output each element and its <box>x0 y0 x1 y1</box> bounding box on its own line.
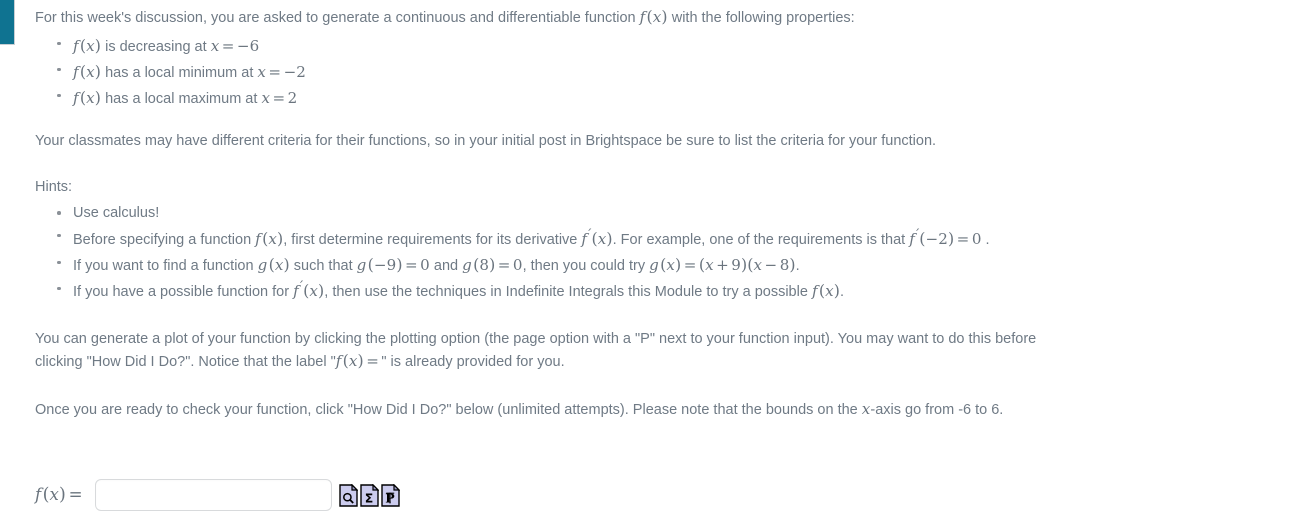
hint-text-part: . For example, one of the requirements i… <box>612 231 910 248</box>
hint-use-calculus: Use calculus! <box>57 202 1282 225</box>
plot-instructions-paragraph: You can generate a plot of your function… <box>35 330 1282 372</box>
function-answer-input[interactable] <box>95 479 333 511</box>
intro-paragraph: For this week's discussion, you are aske… <box>35 6 1282 29</box>
hint-text: Use calculus! <box>73 204 160 221</box>
svg-text:Σ: Σ <box>365 490 374 505</box>
hint-math-fprime-minus2-equals-zero: f′(−2) = 0 <box>909 226 982 248</box>
document-plot-icon[interactable]: P <box>381 483 401 507</box>
discussion-prompt-page: For this week's discussion, you are aske… <box>0 0 1302 511</box>
hint-antiderivative: If you have a possible function for f′(x… <box>57 277 1282 304</box>
hint-math-fprime-x: f′(x) <box>581 226 613 248</box>
hint-text-part: If you want to find a function <box>73 257 258 274</box>
property-math-fx: f(x) <box>73 61 102 81</box>
hints-list: Use calculus! Before specifying a functi… <box>35 202 1282 304</box>
property-math-condition: x = −2 <box>257 62 306 81</box>
hint-text-part: and <box>429 257 463 274</box>
property-item-decreasing: f(x) is decreasing at x = −6 <box>57 33 1282 59</box>
intro-math-fx: f(x) <box>639 7 668 26</box>
hint-text-part: . <box>981 231 990 248</box>
document-preview-icon[interactable] <box>339 483 359 507</box>
answer-entry-row: f(x) = Σ P <box>35 478 401 512</box>
prompt-content: For this week's discussion, you are aske… <box>35 0 1282 420</box>
property-item-local-maximum: f(x) has a local maximum at x = 2 <box>57 85 1282 111</box>
plot-line-2-pre: clicking "How Did I Do?". Notice that th… <box>35 353 336 370</box>
hints-heading: Hints: <box>35 179 73 196</box>
hint-text-part: . <box>795 257 800 274</box>
check-text-pre: Once you are ready to check your functio… <box>35 401 862 418</box>
plot-math-fx-equals: f(x) = <box>335 350 379 370</box>
property-math-fx: f(x) <box>73 87 102 107</box>
property-item-local-minimum: f(x) has a local minimum at x = −2 <box>57 59 1282 85</box>
answer-label: f(x) = <box>35 485 83 505</box>
hint-text-part: , then use the techniques in Indefinite … <box>324 284 812 301</box>
plot-line-2-post: " is already provided for you. <box>381 353 565 370</box>
hint-math-g-minus9-equals-zero: g(−9) = 0 <box>356 254 430 274</box>
intro-lead-text: For this week's discussion, you are aske… <box>35 10 640 26</box>
hint-text-part: , first determine requirements for its d… <box>283 231 582 248</box>
intro-tail-text: with the following properties: <box>667 10 855 26</box>
hint-math-fx: f(x) <box>811 281 840 301</box>
hint-math-gx: g(x) <box>257 254 290 274</box>
check-text-post: -axis go from -6 to 6. <box>870 401 1004 418</box>
hint-derivative-requirements: Before specifying a function f(x), first… <box>57 225 1282 252</box>
check-instructions-paragraph: Once you are ready to check your functio… <box>35 399 1282 421</box>
property-math-condition: x = 2 <box>261 88 298 107</box>
hint-math-fx: f(x) <box>255 228 284 248</box>
hint-text-part: If you have a possible function for <box>73 284 294 301</box>
property-text: is decreasing at <box>101 38 211 55</box>
left-accent-bar <box>0 0 15 45</box>
property-text: has a local maximum at <box>101 90 262 107</box>
hint-text-part: such that <box>289 257 357 274</box>
hint-text-part: . <box>840 284 845 301</box>
hint-text-part: Before specifying a function <box>73 231 256 248</box>
hint-math-g8-equals-zero: g(8) = 0 <box>462 254 523 274</box>
hint-math-g-factored: g(x) = (x +9)(x −8) <box>649 254 796 274</box>
document-sigma-icon[interactable]: Σ <box>360 483 380 507</box>
plot-line-1: You can generate a plot of your function… <box>35 331 1037 348</box>
classmates-note-paragraph: Your classmates may have different crite… <box>35 133 937 150</box>
hint-text-part: , then you could try <box>522 257 650 274</box>
hint-math-fprime-x: f′(x) <box>293 279 325 301</box>
hint-roots-example: If you want to find a function g(x) such… <box>57 252 1282 278</box>
properties-list: f(x) is decreasing at x = −6 f(x) has a lo… <box>35 33 1282 111</box>
property-math-condition: x = −6 <box>210 36 260 55</box>
property-text: has a local minimum at <box>101 64 258 81</box>
answer-tool-icons: Σ P <box>339 483 401 507</box>
property-math-fx: f(x) <box>73 35 102 55</box>
